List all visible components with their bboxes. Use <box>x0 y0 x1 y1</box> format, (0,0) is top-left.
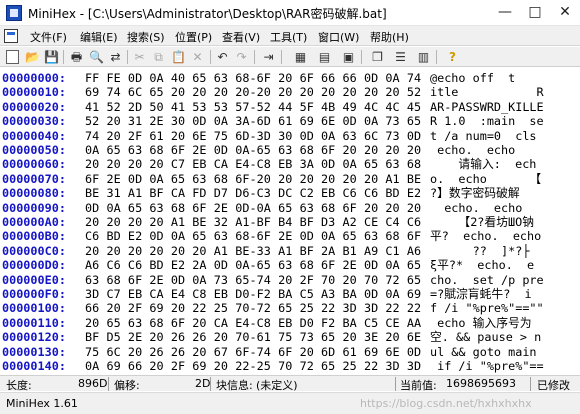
toolbar-separator <box>210 50 211 64</box>
minimize-button[interactable]: — <box>490 0 520 26</box>
block-label: 块信息: <box>216 379 253 392</box>
toolbar-separator <box>436 50 437 64</box>
status-divider <box>210 377 211 391</box>
help-icon[interactable]: ? <box>444 49 461 65</box>
menu-window[interactable]: 窗口(W) <box>318 29 359 45</box>
menu-search[interactable]: 搜索(S) <box>127 29 165 45</box>
new-file-icon[interactable] <box>6 50 19 64</box>
toolbar-separator <box>361 50 362 64</box>
toolbar-separator <box>281 50 282 64</box>
tile-windows-icon[interactable]: ▣ <box>340 49 357 65</box>
print-icon[interactable]: 🖶 <box>68 49 85 65</box>
toolbar-separator <box>63 50 64 64</box>
row-address: 00000140: <box>2 359 66 373</box>
copy-icon[interactable]: ⧉ <box>150 49 167 65</box>
save-icon[interactable]: 💾 <box>43 49 60 65</box>
status-divider <box>108 377 109 391</box>
undo-icon[interactable]: ↶ <box>214 49 231 65</box>
toolbar: 📂 💾 🖶 🔍 ⇄ ✂ ⧉ 📋 ✕ ↶ ↷ ⇥ ▦ ▤ ▣ ❐ ☰ ▥ ? <box>0 47 580 67</box>
delete-icon[interactable]: ✕ <box>189 49 206 65</box>
layout-icon[interactable]: ▥ <box>415 49 432 65</box>
open-folder-icon[interactable]: 📂 <box>24 49 41 65</box>
offset-label: 偏移: <box>114 379 140 392</box>
menu-position[interactable]: 位置(P) <box>175 29 212 45</box>
status-bar: 长度: 896D 偏移: 2D 块信息: (未定义) 当前值: 16986956… <box>0 375 580 392</box>
cut-icon[interactable]: ✂ <box>131 49 148 65</box>
close-button[interactable]: ✕ <box>550 0 580 26</box>
maximize-button[interactable]: □ <box>520 0 550 26</box>
toolbar-separator <box>254 50 255 64</box>
properties-icon[interactable]: ▤ <box>316 49 333 65</box>
cascade-windows-icon[interactable]: ❐ <box>369 49 386 65</box>
document-icon[interactable] <box>4 29 18 43</box>
menu-bar: 文件(F) 编辑(E) 搜索(S) 位置(P) 查看(V) 工具(T) 窗口(W… <box>0 26 580 46</box>
offset-value: 2D <box>195 377 211 390</box>
modified-indicator: 已修改 <box>537 379 570 392</box>
grid-icon[interactable]: ▦ <box>292 49 309 65</box>
length-value: 896D <box>78 377 108 390</box>
find-icon[interactable]: 🔍 <box>88 49 105 65</box>
window-title: MiniHex - [C:\Users\Administrator\Deskto… <box>28 7 387 21</box>
hex-view[interactable]: 00000000: FF FE 0D 0A 40 65 63 68-6F 20 6… <box>0 68 580 376</box>
menu-tools[interactable]: 工具(T) <box>270 29 307 45</box>
app-version: MiniHex 1.61 <box>6 397 78 410</box>
toolbar-separator <box>127 50 128 64</box>
row-ascii[interactable]: if /i "%pre%"== <box>430 358 544 374</box>
status-divider <box>395 377 396 391</box>
goto-icon[interactable]: ⇥ <box>260 49 277 65</box>
watermark: https://blog.csdn.net/hxhxhxhx <box>360 397 532 410</box>
length-label: 长度: <box>6 379 32 392</box>
current-value-label: 当前值: <box>400 379 437 392</box>
row-hex-bytes[interactable]: 0A 69 66 20 2F 69 20 22-25 70 72 65 25 2… <box>85 358 421 374</box>
footer-bar: MiniHex 1.61 https://blog.csdn.net/hxhxh… <box>0 392 580 414</box>
menu-view[interactable]: 查看(V) <box>222 29 260 45</box>
title-bar: MiniHex - [C:\Users\Administrator\Deskto… <box>0 0 580 26</box>
menu-help[interactable]: 帮助(H) <box>370 29 409 45</box>
app-icon <box>6 5 22 21</box>
redo-icon[interactable]: ↷ <box>233 49 250 65</box>
menu-file[interactable]: 文件(F) <box>30 29 67 45</box>
current-value: 1698695693 <box>446 377 516 390</box>
split-icon[interactable]: ☰ <box>392 49 409 65</box>
replace-icon[interactable]: ⇄ <box>107 49 124 65</box>
paste-icon[interactable]: 📋 <box>170 49 187 65</box>
block-value: (未定义) <box>256 379 298 392</box>
status-divider <box>530 377 531 391</box>
menu-edit[interactable]: 编辑(E) <box>80 29 118 45</box>
